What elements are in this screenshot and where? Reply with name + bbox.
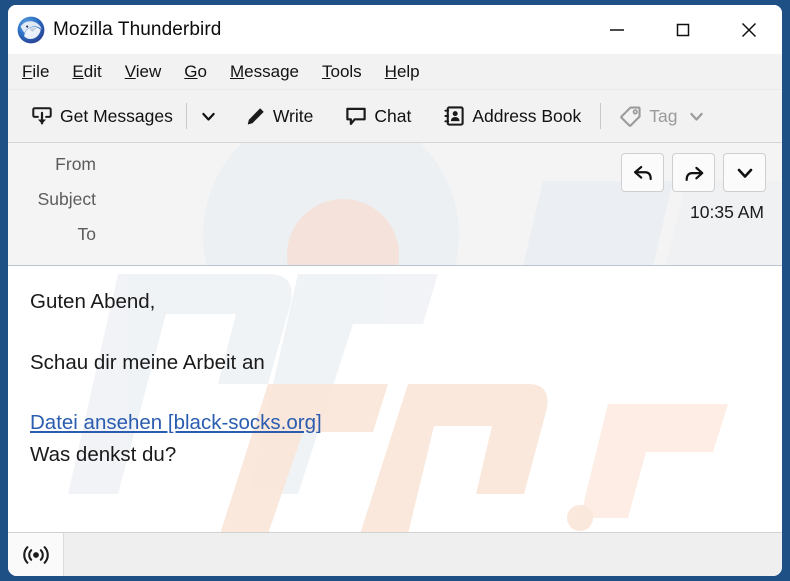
- main-toolbar: Get Messages Write Chat Address Book Tag: [8, 90, 782, 143]
- status-message: [64, 533, 782, 576]
- menu-item-tools[interactable]: Tools: [320, 60, 375, 84]
- window-controls: [584, 5, 782, 54]
- malicious-link[interactable]: Datei ansehen [black-socks.org]: [30, 411, 322, 434]
- menu-item-file[interactable]: File: [20, 60, 62, 84]
- menu-item-go[interactable]: Go: [182, 60, 220, 84]
- subject-label: Subject: [37, 189, 96, 209]
- thunderbird-window: Mozilla Thunderbird File Edit View Go Me…: [8, 5, 782, 576]
- message-body: Guten Abend, Schau dir meine Arbeit an D…: [8, 266, 782, 532]
- tag-label: Tag: [649, 105, 678, 126]
- body-spacer-1: [30, 315, 782, 349]
- more-actions-button[interactable]: [723, 153, 766, 192]
- address-book-label: Address Book: [472, 105, 582, 126]
- title-bar: Mozilla Thunderbird: [8, 5, 782, 54]
- body-greeting: Guten Abend,: [30, 290, 156, 313]
- forward-button[interactable]: [672, 153, 715, 192]
- window-title: Mozilla Thunderbird: [53, 18, 222, 40]
- from-label: From: [55, 154, 96, 174]
- address-book-button[interactable]: Address Book: [434, 99, 590, 133]
- thunderbird-logo-icon: [16, 15, 46, 45]
- pencil-icon: [245, 106, 266, 127]
- address-book-icon: [443, 105, 465, 127]
- write-label: Write: [272, 105, 314, 126]
- chat-button[interactable]: Chat: [336, 99, 420, 133]
- status-bar: [8, 532, 782, 576]
- broadcast-signal-icon[interactable]: [8, 533, 64, 576]
- tag-button[interactable]: Tag: [611, 99, 714, 133]
- header-row-to: To: [8, 224, 782, 259]
- desktop-background: Mozilla Thunderbird File Edit View Go Me…: [0, 0, 790, 581]
- write-button[interactable]: Write: [236, 100, 323, 133]
- message-timestamp: 10:35 AM: [690, 202, 764, 222]
- chat-label: Chat: [374, 105, 412, 126]
- get-messages-button[interactable]: Get Messages: [22, 99, 182, 133]
- get-messages-label: Get Messages: [60, 105, 173, 126]
- tag-dropdown-chevron-down-icon[interactable]: [688, 108, 705, 125]
- message-header-pane: 10:35 AM From Subject To: [8, 143, 782, 266]
- maximize-button[interactable]: [650, 5, 716, 54]
- speech-bubble-icon: [345, 105, 367, 127]
- body-closing: Was denkst du?: [30, 443, 177, 467]
- header-row-subject: Subject: [8, 189, 782, 224]
- menu-item-message[interactable]: Message: [228, 60, 312, 84]
- message-action-buttons: [621, 153, 766, 192]
- reply-button[interactable]: [621, 153, 664, 192]
- close-button[interactable]: [716, 5, 782, 54]
- toolbar-separator-2: [600, 103, 602, 129]
- minimize-button[interactable]: [584, 5, 650, 54]
- menu-item-help[interactable]: Help: [383, 60, 433, 84]
- menu-bar: File Edit View Go Message Tools Help: [8, 54, 782, 90]
- body-spacer-2: [30, 376, 782, 411]
- toolbar-separator-1: [185, 103, 187, 129]
- menu-item-edit[interactable]: Edit: [70, 60, 114, 84]
- get-messages-dropdown-chevron-down-icon[interactable]: [191, 100, 226, 133]
- inbox-download-icon: [31, 105, 53, 127]
- menu-item-view[interactable]: View: [123, 60, 175, 84]
- to-label: To: [77, 224, 96, 244]
- body-line-1: Schau dir meine Arbeit an: [30, 351, 265, 375]
- tag-icon: [620, 105, 642, 127]
